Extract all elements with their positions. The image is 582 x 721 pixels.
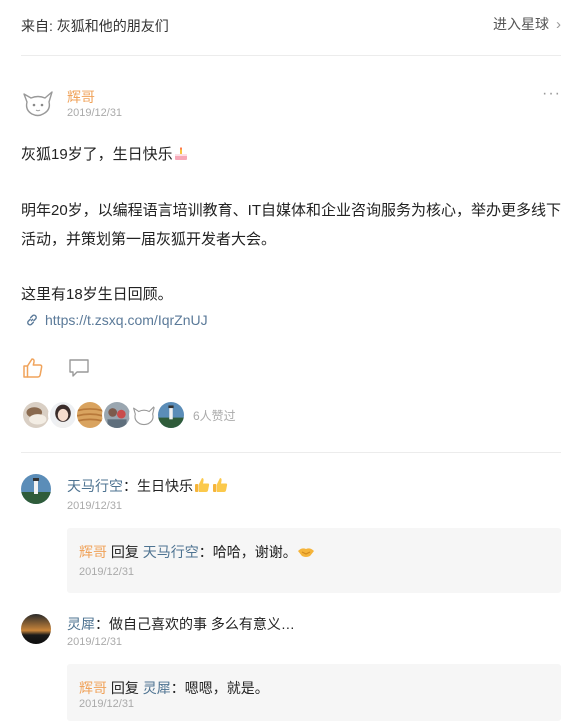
reply-text: 嗯嗯，就是。 <box>184 680 269 696</box>
liker-avatar[interactable] <box>156 400 186 430</box>
post-author-name[interactable]: 辉哥 <box>67 87 95 107</box>
comment-text: 做自己喜欢的事 多么有意义… <box>109 616 295 632</box>
comment-separator: ： <box>95 616 109 632</box>
comment-separator: ： <box>123 478 137 494</box>
reply-box: 辉哥 回复 天马行空：哈哈，谢谢。 2019/12/31 <box>67 528 561 593</box>
reply-box: 辉哥 回复 灵犀：嗯嗯，就是。 2019/12/31 <box>67 664 561 721</box>
reply-verb: 回复 <box>110 680 139 696</box>
source-bar: 来自: 灰狐和他的朋友们 进入星球 › <box>21 0 561 56</box>
chevron-right-icon: › <box>556 15 561 33</box>
commenter-avatar[interactable] <box>21 614 51 644</box>
post-date: 2019/12/31 <box>67 107 123 119</box>
enter-planet-label: 进入星球 <box>493 16 549 32</box>
post-paragraph-2: 明年20岁，以编程语言培训教育、IT自媒体和企业咨询服务为核心，举办更多线下活动… <box>21 202 562 248</box>
like-icon[interactable] <box>21 356 45 380</box>
link-icon <box>27 314 37 326</box>
source-name: 灰狐和他的朋友们 <box>56 18 169 34</box>
reply-target[interactable]: 灵犀 <box>143 680 171 696</box>
comment-user[interactable]: 灵犀 <box>67 616 95 632</box>
liker-avatar[interactable] <box>21 400 51 430</box>
more-options-icon[interactable]: ··· <box>542 85 561 103</box>
liker-avatar[interactable] <box>102 400 132 430</box>
liker-avatar[interactable] <box>75 400 105 430</box>
comment-icon[interactable] <box>67 356 91 380</box>
post-paragraph-3: 这里有18岁生日回顾。 <box>21 286 173 303</box>
reply-separator: ： <box>170 680 185 696</box>
comment: 灵犀：做自己喜欢的事 多么有意义… <box>67 614 295 634</box>
source-prefix: 来自: <box>21 18 53 34</box>
reply: 辉哥 回复 灵犀：嗯嗯，就是。 <box>79 678 269 698</box>
reply-date: 2019/12/31 <box>79 698 135 710</box>
reply-text: 哈哈，谢谢。 <box>212 544 297 560</box>
cake-emoji-icon <box>174 147 187 160</box>
divider <box>21 452 561 453</box>
comment-text: 生日快乐 <box>137 478 193 494</box>
post-line-1: 灰狐19岁了，生日快乐 <box>21 140 566 169</box>
reply-verb: 回复 <box>110 544 139 560</box>
thumbs-up-emoji-icon <box>213 478 228 492</box>
reply-author[interactable]: 辉哥 <box>79 544 107 560</box>
post-link[interactable]: https://t.zsxq.com/IqrZnUJ <box>25 312 208 328</box>
liked-by-row: 6人赞过 <box>21 400 236 430</box>
reply-author[interactable]: 辉哥 <box>79 680 107 696</box>
reply-date: 2019/12/31 <box>79 566 135 578</box>
enter-planet-button[interactable]: 进入星球 › <box>493 14 561 34</box>
thumbs-up-emoji-icon <box>195 478 210 492</box>
post-link-text: https://t.zsxq.com/IqrZnUJ <box>45 312 208 328</box>
post-line-1-text: 灰狐19岁了，生日快乐 <box>21 146 173 163</box>
fox-avatar-icon[interactable] <box>129 400 159 430</box>
source-label: 来自: 灰狐和他的朋友们 <box>21 16 169 36</box>
handshake-emoji-icon <box>297 548 314 557</box>
comment-date: 2019/12/31 <box>67 500 123 512</box>
likes-count[interactable]: 6人赞过 <box>193 407 236 424</box>
comment: 天马行空：生日快乐 <box>67 476 229 496</box>
comment-date: 2019/12/31 <box>67 636 123 648</box>
comment-user[interactable]: 天马行空 <box>67 478 123 494</box>
post-actions <box>21 356 91 380</box>
liker-avatar[interactable] <box>48 400 78 430</box>
commenter-avatar[interactable] <box>21 474 51 504</box>
reply-target[interactable]: 天马行空 <box>143 544 199 560</box>
fox-avatar-icon[interactable] <box>21 86 55 120</box>
reply-separator: ： <box>198 544 213 560</box>
reply: 辉哥 回复 天马行空：哈哈，谢谢。 <box>79 542 315 562</box>
